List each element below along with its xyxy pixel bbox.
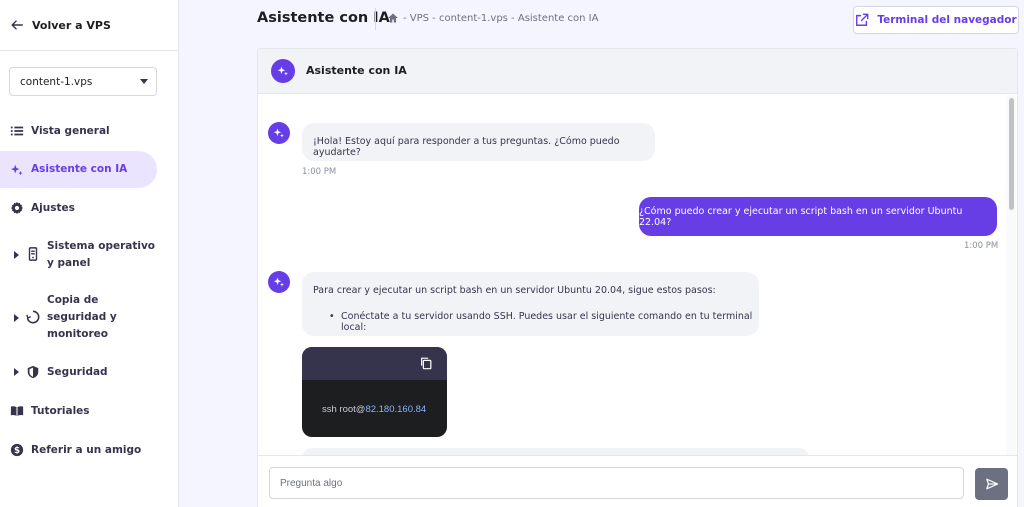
scrollbar-thumb[interactable] [1009,98,1014,210]
ai-avatar [268,271,290,293]
back-label: Volver a VPS [32,18,111,32]
ai-message-bubble: ¡Hola! Estoy aquí para responder a tus p… [302,123,655,161]
sidebar-item-settings[interactable]: Ajustes [0,199,157,217]
code-block: ssh root@82.180.160.84 [302,347,447,437]
send-button[interactable] [975,468,1008,500]
code-cmd: ssh root@ [322,404,366,415]
sidebar-item-os-panel[interactable]: Sistema operativo y panel [0,237,157,273]
server-select[interactable]: content-1.vps [9,67,157,96]
caret-right-icon [14,314,19,322]
server-select-value: content-1.vps [20,75,93,88]
sparkles-icon [277,66,288,76]
label-line: Sistema operativo [47,240,156,252]
sidebar-item-security[interactable]: Seguridad [0,363,157,381]
message-text: ¡Hola! Estoy aquí para responder a tus p… [313,136,620,158]
caret-right-icon [14,251,19,259]
sidebar-divider [0,50,179,51]
code-toolbar [302,347,447,380]
chat-input-bar [258,455,1017,507]
label-line: Copia de [47,294,99,306]
browser-terminal-label: Terminal del navegador [877,14,1017,26]
bullet-dot: • [329,311,335,322]
caret-down-icon [140,79,148,84]
chat-panel: Asistente con IA ¡Hola! Estoy aquí para … [257,48,1018,507]
sparkles-icon [273,128,284,138]
sidebar-item-label: Sistema operativo y panel [47,238,155,272]
label-line: monitoreo [47,328,108,340]
gear-icon [10,201,24,215]
sidebar-item-label: Vista general [31,125,110,137]
message-text: Para crear y ejecutar un script bash en … [313,285,716,296]
sidebar-item-tutorials[interactable]: Tutoriales [0,402,157,420]
caret-right-icon [14,368,19,376]
shield-icon [26,365,40,379]
ai-message-bubble [302,448,809,455]
breadcrumb: - VPS - content-1.vps - Asistente con IA [387,12,598,24]
chat-header: Asistente con IA [258,49,1017,94]
ai-avatar [268,122,290,144]
external-link-icon [856,13,869,26]
send-icon [985,478,998,490]
breadcrumb-trail[interactable]: - VPS - content-1.vps - Asistente con IA [403,13,598,24]
code-content: ssh root@82.180.160.84 [322,404,426,415]
sidebar-item-label: Asistente con IA [31,163,128,175]
ai-message-bubble: Para crear y ejecutar un script bash en … [302,272,759,336]
ai-avatar [271,59,295,83]
sidebar-item-label: Seguridad [47,366,108,378]
backup-icon [26,310,40,324]
chat-input[interactable] [269,467,964,499]
sidebar-item-backup-monitoring[interactable]: Copia de seguridad y monitoreo [0,292,157,344]
server-icon [26,247,40,261]
home-icon[interactable] [387,12,399,24]
message-text: ¿Cómo puedo crear y ejecutar un script b… [639,205,963,228]
label-line: seguridad y [47,311,117,323]
sidebar-item-label: Referir a un amigo [31,444,142,456]
code-ip: 82.180.160.84 [365,404,427,415]
header-divider [375,8,376,30]
user-message-bubble: ¿Cómo puedo crear y ejecutar un script b… [639,197,997,236]
chat-title: Asistente con IA [306,64,407,77]
arrow-left-icon [11,20,23,30]
list-icon [10,124,24,138]
label-line: y panel [47,257,91,269]
page-title: Asistente con IA [257,10,390,26]
message-list: ¡Hola! Estoy aquí para responder a tus p… [258,95,1017,455]
copy-icon[interactable] [419,356,433,370]
sparkles-icon [273,277,284,287]
dollar-coin-icon: $ [10,443,24,457]
back-to-vps-link[interactable]: Volver a VPS [10,14,111,36]
svg-text:$: $ [14,446,20,456]
sidebar-item-label: Tutoriales [31,405,90,417]
sidebar-item-label: Copia de seguridad y monitoreo [47,292,117,343]
sparkles-icon [10,163,24,177]
book-icon [10,404,24,418]
message-bullet: Conéctate a tu servidor usando SSH. Pued… [341,311,753,333]
message-time: 1:00 PM [964,241,999,251]
sidebar-item-label: Ajustes [31,202,75,214]
sidebar: Volver a VPS content-1.vps Vista general… [0,0,179,507]
sidebar-item-refer-friend[interactable]: $ Referir a un amigo [0,441,157,459]
sidebar-item-ai-assistant[interactable]: Asistente con IA [0,151,157,188]
sidebar-item-overview[interactable]: Vista general [0,122,157,140]
browser-terminal-button[interactable]: Terminal del navegador [853,6,1019,34]
message-time: 1:00 PM [302,167,337,177]
